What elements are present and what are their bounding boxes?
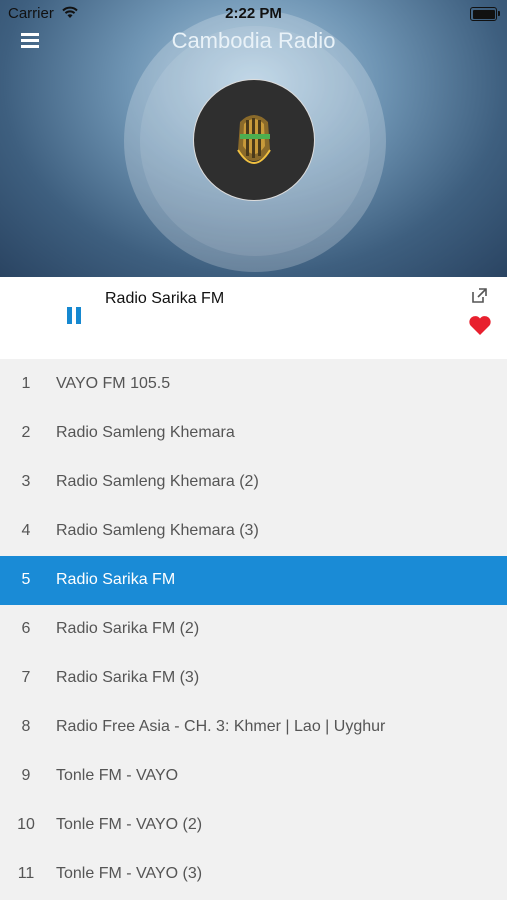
station-name: Radio Samleng Khemara (2) [56,473,259,490]
station-name: Radio Free Asia - CH. 3: Khmer | Lao | U… [56,718,386,735]
station-number: 4 [21,522,31,539]
header-banner: Carrier 2:22 PM Cambodia Radio [0,0,507,277]
station-row[interactable]: 9 Tonle FM - VAYO [0,752,507,801]
station-row[interactable]: 2 Radio Samleng Khemara [0,409,507,458]
station-number: 3 [21,473,31,490]
station-number: 8 [21,718,31,735]
station-number: 10 [17,816,35,833]
station-row[interactable]: 10 Tonle FM - VAYO (2) [0,801,507,850]
station-number: 9 [21,767,31,784]
station-row[interactable]: 6 Radio Sarika FM (2) [0,605,507,654]
station-logo [193,79,315,201]
station-name: Tonle FM - VAYO (3) [56,865,203,882]
station-logo-graphic [237,115,271,164]
pause-icon[interactable] [64,306,84,326]
station-name: Radio Sarika FM (2) [56,620,200,637]
station-name: VAYO FM 105.5 [56,375,171,392]
station-name: Radio Sarika FM [56,571,176,588]
station-row[interactable]: 11 Tonle FM - VAYO (3) [0,850,507,899]
station-name: Tonle FM - VAYO (2) [56,816,203,833]
share-icon[interactable] [471,287,488,304]
station-name: Radio Sarika FM (3) [56,669,200,686]
page-title: Cambodia Radio [171,28,336,53]
heart-icon[interactable] [468,314,492,336]
station-name: Radio Samleng Khemara (3) [56,522,259,539]
status-bar: Carrier 2:22 PM [0,0,507,28]
station-row[interactable]: 1 VAYO FM 105.5 [0,360,507,409]
station-number: 11 [17,865,35,882]
station-name: Tonle FM - VAYO [56,767,179,784]
station-row[interactable]: 7 Radio Sarika FM (3) [0,654,507,703]
station-row[interactable]: 4 Radio Samleng Khemara (3) [0,507,507,556]
clock: 2:22 PM [225,5,282,22]
station-number: 1 [21,375,31,392]
station-number: 2 [21,424,31,441]
station-number: 6 [21,620,31,637]
station-row[interactable]: 3 Radio Samleng Khemara (2) [0,458,507,507]
station-name: Radio Samleng Khemara [56,424,235,441]
station-number: 5 [21,571,31,588]
station-number: 7 [21,669,31,686]
station-list: 1 VAYO FM 105.5 2 Radio Samleng Khemara 3 Rad… [0,360,507,899]
station-row[interactable]: 8 Radio Free Asia - CH. 3: Khmer | Lao | … [0,703,507,752]
battery-icon [470,7,500,21]
now-playing-title: Radio Sarika FM [105,290,225,307]
station-row[interactable]: 5 Radio Sarika FM [0,556,507,605]
